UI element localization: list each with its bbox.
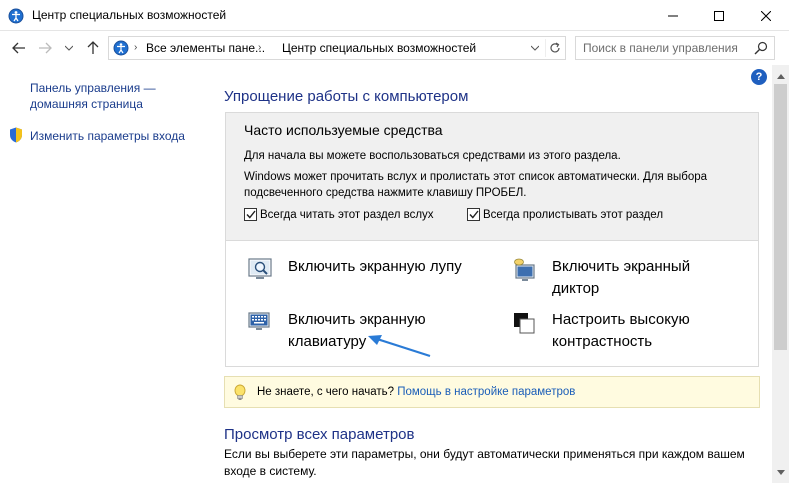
panel-description: Windows может прочитать вслух и пролиста…	[244, 171, 708, 199]
chevron-down-icon	[776, 469, 785, 475]
forward-button[interactable]	[36, 40, 54, 56]
sidebar: Панель управления — домашняя страница Из…	[0, 65, 210, 483]
maximize-button[interactable]	[696, 0, 742, 31]
checkmark-icon	[245, 210, 256, 219]
recent-locations-button[interactable]	[64, 40, 74, 56]
minimize-button[interactable]	[650, 0, 696, 31]
keyboard-icon	[248, 312, 270, 330]
refresh-button[interactable]	[545, 39, 563, 57]
tip-text: Не знаете, с чего начать?	[257, 386, 395, 398]
tool-onscreen-keyboard[interactable]: Включить экранную клавиатуру	[246, 309, 468, 353]
tool-high-contrast[interactable]: Настроить высокую контрастность	[510, 309, 732, 353]
breadcrumb-separator[interactable]: ›	[134, 42, 137, 53]
panel-intro-text: Для начала вы можете воспользоваться сре…	[244, 150, 621, 162]
arrow-left-icon	[12, 42, 25, 54]
always-read-checkbox[interactable]: Всегда читать этот раздел вслух	[244, 208, 434, 221]
minimize-icon	[668, 15, 678, 16]
quick-access-panel: Часто используемые средства Для начала в…	[225, 112, 759, 367]
scrollbar-thumb[interactable]	[774, 84, 787, 350]
address-field[interactable]: › Все элементы пане... › Центр специальн…	[108, 36, 566, 60]
search-input[interactable]	[576, 37, 746, 59]
checkmark-icon	[468, 210, 479, 219]
chevron-down-icon	[65, 45, 73, 51]
tool-label[interactable]: Включить экранный диктор	[552, 256, 732, 300]
close-icon	[761, 10, 771, 21]
lightbulb-icon	[234, 384, 246, 400]
vertical-scrollbar[interactable]	[772, 65, 789, 483]
tip-text-wrapper: Не знаете, с чего начать? Помощь в настр…	[257, 386, 575, 398]
quick-access-header: Часто используемые средства Для начала в…	[226, 113, 758, 241]
main-content: Упрощение работы с компьютером Часто исп…	[210, 65, 772, 483]
tool-magnifier[interactable]: Включить экранную лупу	[246, 256, 498, 284]
window-title: Центр специальных возможностей	[32, 8, 227, 22]
address-dropdown-button[interactable]	[529, 39, 541, 57]
arrow-up-icon	[87, 41, 99, 54]
search-icon[interactable]	[754, 41, 768, 55]
contrast-icon	[514, 313, 535, 334]
narrator-icon	[514, 258, 535, 281]
arrow-right-icon	[39, 42, 52, 54]
tool-label[interactable]: Включить экранную лупу	[288, 256, 498, 278]
address-bar-row: › Все элементы пане... › Центр специальн…	[0, 31, 789, 65]
breadcrumb-ease-of-access[interactable]: Центр специальных возможностей	[282, 41, 476, 55]
accessibility-icon	[8, 8, 24, 24]
sidebar-link-change-signin[interactable]: Изменить параметры входа	[30, 128, 185, 144]
title-bar: Центр специальных возможностей	[0, 0, 789, 31]
magnifier-icon	[248, 258, 272, 279]
checkbox-label[interactable]: Всегда читать этот раздел вслух	[260, 209, 434, 221]
panel-title: Часто используемые средства	[244, 122, 443, 138]
page-title: Упрощение работы с компьютером	[224, 88, 469, 105]
annotation-arrow-icon	[368, 335, 431, 358]
search-box[interactable]	[575, 36, 775, 60]
setup-help-link[interactable]: Помощь в настройке параметров	[397, 386, 575, 398]
close-button[interactable]	[743, 0, 789, 31]
maximize-icon	[714, 10, 724, 21]
tool-narrator[interactable]: Включить экранный диктор	[510, 256, 732, 300]
all-settings-heading[interactable]: Просмотр всех параметров	[224, 426, 414, 443]
chevron-down-icon	[531, 45, 539, 51]
back-button[interactable]	[10, 40, 28, 56]
all-settings-description: Если вы выберете эти параметры, они буду…	[224, 447, 745, 478]
chevron-up-icon	[776, 73, 785, 79]
always-scan-checkbox[interactable]: Всегда пролистывать этот раздел	[467, 208, 663, 221]
breadcrumb-separator[interactable]: ›	[258, 42, 261, 53]
tool-label[interactable]: Настроить высокую контрастность	[552, 309, 732, 353]
tip-bar: Не знаете, с чего начать? Помощь в настр…	[224, 376, 760, 408]
breadcrumb-all-items[interactable]: Все элементы пане...	[146, 41, 265, 55]
scroll-down-button[interactable]	[772, 465, 789, 479]
sidebar-link-control-panel-home[interactable]: Панель управления — домашняя страница	[30, 80, 190, 112]
checkbox-box[interactable]	[244, 208, 257, 221]
checkbox-box[interactable]	[467, 208, 480, 221]
scroll-up-button[interactable]	[772, 69, 789, 83]
control-panel-icon	[113, 40, 129, 56]
up-button[interactable]	[84, 40, 102, 56]
shield-icon	[10, 127, 22, 143]
checkbox-label[interactable]: Всегда пролистывать этот раздел	[483, 209, 663, 221]
refresh-icon	[549, 42, 560, 53]
